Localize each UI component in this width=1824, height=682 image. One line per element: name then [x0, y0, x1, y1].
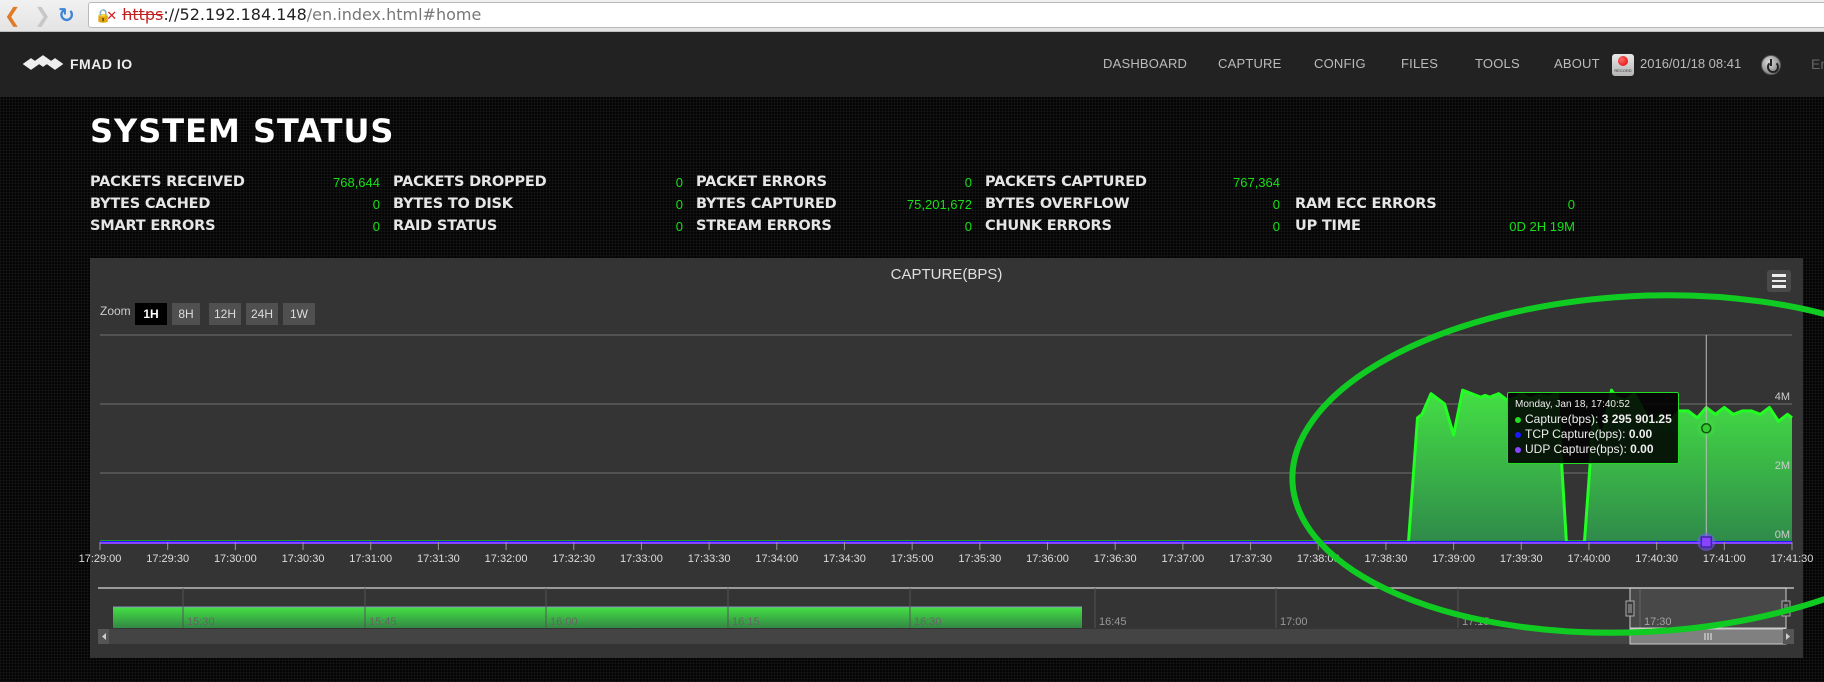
x-tick-label: 17:35:30 [958, 553, 1001, 565]
scrollbar-track[interactable] [98, 629, 1794, 644]
x-tick-label: 17:30:30 [282, 553, 325, 565]
navigator-label: 15:30 [187, 616, 215, 628]
navigator-label: 16:45 [1099, 616, 1127, 628]
x-tick-label: 17:32:00 [485, 553, 528, 565]
navigator-handle[interactable] [1781, 600, 1791, 617]
x-tick-label: 17:36:30 [1094, 553, 1137, 565]
x-tick-label: 17:41:00 [1703, 553, 1746, 565]
x-tick-label: 17:29:30 [146, 553, 189, 565]
x-tick-label: 17:40:30 [1635, 553, 1678, 565]
navigator-label: 15:45 [369, 616, 397, 628]
x-tick-label: 17:33:30 [688, 553, 731, 565]
x-tick-label: 17:35:00 [891, 553, 934, 565]
x-tick-label: 17:32:30 [552, 553, 595, 565]
navigator-label: 16:00 [550, 616, 578, 628]
x-tick-label: 17:31:00 [349, 553, 392, 565]
x-tick-label: 17:37:30 [1229, 553, 1272, 565]
x-tick-label: 17:34:30 [823, 553, 866, 565]
navigator-label: 16:30 [914, 616, 942, 628]
legend-dot-icon [1515, 416, 1521, 423]
x-tick-label: 17:38:00 [1297, 553, 1340, 565]
x-tick-label: 17:39:30 [1500, 553, 1543, 565]
tooltip-row-capture: Capture(bps): 3 295 901.25 [1515, 412, 1672, 427]
legend-dot-icon [1515, 446, 1521, 453]
legend-dot-icon [1515, 431, 1521, 438]
x-tick-label: 17:41:30 [1771, 553, 1814, 565]
navigator-label: 16:15 [732, 616, 760, 628]
y-tick-label: 2M [1775, 460, 1790, 472]
x-tick-label: 17:38:30 [1365, 553, 1408, 565]
x-tick-label: 17:30:00 [214, 553, 257, 565]
hover-point [1701, 423, 1712, 434]
x-tick-label: 17:33:00 [620, 553, 663, 565]
x-tick-label: 17:29:00 [79, 553, 122, 565]
x-tick-label: 17:34:00 [755, 553, 798, 565]
capture-chart[interactable]: 0M 2M 4M 17:29:00 17:29:30 17:30:00 17:30:30 17… [0, 0, 1824, 682]
navigator-handle[interactable] [1625, 600, 1635, 617]
tooltip-date: Monday, Jan 18, 17:40:52 [1515, 399, 1630, 410]
x-tick-label: 17:36:00 [1026, 553, 1069, 565]
chart-tooltip: Monday, Jan 18, 17:40:52 Capture(bps): 3… [1507, 392, 1679, 464]
tooltip-row-udp: UDP Capture(bps): 0.00 [1515, 442, 1671, 457]
navigator-label: 17:00 [1280, 616, 1308, 628]
x-tick-label: 17:31:30 [417, 553, 460, 565]
navigator-selection [1629, 587, 1787, 629]
tooltip-row-tcp: TCP Capture(bps): 0.00 [1515, 427, 1671, 442]
y-tick-label: 4M [1775, 391, 1790, 403]
navigator-label: 17:15 [1462, 616, 1490, 628]
x-tick-label: 17:39:00 [1432, 553, 1475, 565]
x-tick-label: 17:37:00 [1161, 553, 1204, 565]
y-tick-label: 0M [1775, 529, 1790, 541]
udp-hover-point [1700, 536, 1713, 548]
x-tick-label: 17:40:00 [1568, 553, 1611, 565]
